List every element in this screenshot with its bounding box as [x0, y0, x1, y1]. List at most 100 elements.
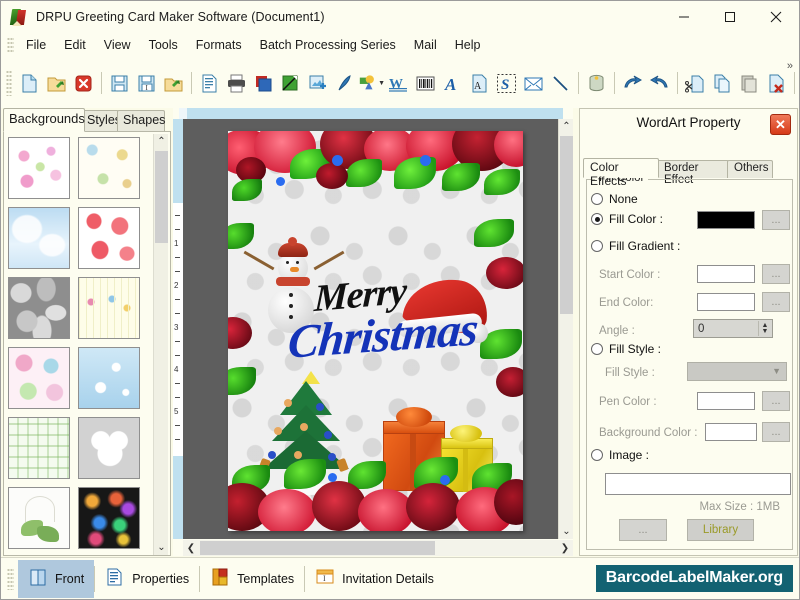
list-item[interactable] [8, 207, 70, 269]
radio-row-fill-gradient[interactable]: Fill Gradient : [591, 239, 680, 253]
scrollbar-thumb[interactable] [200, 541, 435, 555]
fill-style-dropdown[interactable]: ▼ [687, 362, 787, 381]
fill-gradient-radio[interactable] [591, 240, 603, 252]
pen-tool-icon[interactable] [331, 68, 358, 98]
radio-row-image[interactable]: Image : [591, 448, 649, 462]
greeting-card-document[interactable]: Merry Christmas [228, 131, 523, 531]
minimize-button[interactable] [661, 1, 707, 32]
list-item[interactable] [8, 347, 70, 409]
database-icon[interactable] [583, 68, 610, 98]
save-icon[interactable] [106, 68, 133, 98]
menu-drag-grip[interactable] [7, 37, 14, 53]
image-radio[interactable] [591, 449, 603, 461]
menu-edit[interactable]: Edit [55, 35, 95, 55]
layers-icon[interactable] [250, 68, 277, 98]
fill-color-swatch[interactable] [697, 211, 755, 229]
menu-help[interactable]: Help [446, 35, 490, 55]
none-radio[interactable] [591, 193, 603, 205]
menu-tools[interactable]: Tools [140, 35, 187, 55]
end-color-browse-button[interactable]: ... [762, 292, 790, 312]
background-color-browse-button[interactable]: ... [762, 422, 790, 442]
bottom-item-templates[interactable]: Templates [200, 560, 304, 598]
background-list-scrollbar[interactable]: ⌃ ⌄ [153, 134, 168, 555]
open-folder-icon[interactable] [43, 68, 70, 98]
menu-view[interactable]: View [95, 35, 140, 55]
list-item[interactable] [78, 417, 140, 479]
fill-color-radio[interactable] [591, 213, 603, 225]
scrollbar-thumb[interactable] [560, 136, 573, 314]
image-browse-button[interactable]: ... [619, 519, 667, 541]
tab-styles[interactable]: Styles [81, 110, 119, 132]
start-color-browse-button[interactable]: ... [762, 264, 790, 284]
radio-row-fill-style[interactable]: Fill Style : [591, 342, 661, 356]
canvas-vertical-scrollbar[interactable]: ⌃ ⌄ [558, 119, 573, 539]
canvas-horizontal-scrollbar[interactable]: ❮ ❯ [183, 540, 573, 556]
print-icon[interactable] [223, 68, 250, 98]
end-color-swatch[interactable] [697, 293, 755, 311]
toolbar-drag-grip[interactable] [6, 70, 12, 96]
bottom-item-properties[interactable]: Properties [95, 560, 199, 598]
list-item[interactable] [78, 137, 140, 199]
paste-icon[interactable] [736, 68, 763, 98]
bottom-item-invitation-details[interactable]: I Invitation Details [305, 560, 444, 598]
menu-formats[interactable]: Formats [187, 35, 251, 55]
delete-icon[interactable] [763, 68, 790, 98]
list-item[interactable] [78, 207, 140, 269]
tab-backgrounds[interactable]: Backgrounds [3, 108, 85, 132]
scrollbar-thumb[interactable] [155, 151, 168, 243]
list-item[interactable] [8, 487, 70, 549]
fill-style-radio[interactable] [591, 343, 603, 355]
maximize-button[interactable] [707, 1, 753, 32]
barcode-icon[interactable] [412, 68, 439, 98]
list-item[interactable] [8, 277, 70, 339]
menu-file[interactable]: File [17, 35, 55, 55]
tab-shapes[interactable]: Shapes [117, 110, 165, 132]
list-item[interactable] [8, 417, 70, 479]
list-item[interactable] [78, 487, 140, 549]
scroll-down-button[interactable]: ⌄ [154, 540, 169, 555]
list-item[interactable] [78, 277, 140, 339]
scroll-up-button[interactable]: ⌃ [154, 134, 169, 149]
tab-color-effects[interactable]: Color Effects [583, 158, 659, 178]
pen-color-browse-button[interactable]: ... [762, 391, 790, 411]
fill-color-browse-button[interactable]: ... [762, 210, 790, 230]
wordart-icon[interactable]: S [493, 68, 520, 98]
radio-row-fill-color[interactable]: Fill Color : [591, 212, 663, 226]
image-path-input[interactable] [605, 473, 791, 495]
close-document-icon[interactable] [70, 68, 97, 98]
scroll-left-button[interactable]: ❮ [183, 540, 199, 556]
library-button[interactable]: Library [687, 519, 754, 541]
start-color-swatch[interactable] [697, 265, 755, 283]
list-item[interactable] [78, 347, 140, 409]
scroll-down-button[interactable]: ⌄ [559, 524, 574, 539]
background-color-swatch[interactable] [705, 423, 757, 441]
bottom-toolbar-grip[interactable] [7, 568, 14, 590]
list-item[interactable] [8, 137, 70, 199]
new-document-icon[interactable] [16, 68, 43, 98]
text-box-icon[interactable]: A [466, 68, 493, 98]
page-setup-icon[interactable] [196, 68, 223, 98]
toolbar-overflow-button[interactable]: » [787, 60, 793, 72]
angle-spinner-arrows[interactable]: ▲▼ [758, 321, 771, 336]
watermark-icon[interactable]: W [385, 68, 412, 98]
close-button[interactable] [753, 1, 799, 32]
tab-others[interactable]: Others [727, 160, 773, 178]
card-viewport[interactable]: Merry Christmas [183, 119, 558, 539]
radio-row-none[interactable]: None [591, 192, 638, 206]
panel-close-button[interactable]: ✕ [770, 114, 791, 135]
tab-border-effect[interactable]: Border Effect [657, 160, 729, 178]
angle-spinner[interactable]: 0 ▲▼ [693, 319, 773, 338]
copy-icon[interactable] [709, 68, 736, 98]
color-picker-icon[interactable] [277, 68, 304, 98]
redo-icon[interactable] [646, 68, 673, 98]
pen-color-swatch[interactable] [697, 392, 755, 410]
envelope-icon[interactable] [520, 68, 547, 98]
bottom-item-front[interactable]: Front [18, 560, 94, 598]
insert-image-icon[interactable] [304, 68, 331, 98]
save-as-icon[interactable]: I [133, 68, 160, 98]
menu-batch-processing-series[interactable]: Batch Processing Series [251, 35, 405, 55]
export-folder-icon[interactable] [160, 68, 187, 98]
line-tool-icon[interactable] [547, 68, 574, 98]
scroll-up-button[interactable]: ⌃ [559, 119, 574, 134]
shapes-icon[interactable]: ▼ [358, 68, 385, 98]
